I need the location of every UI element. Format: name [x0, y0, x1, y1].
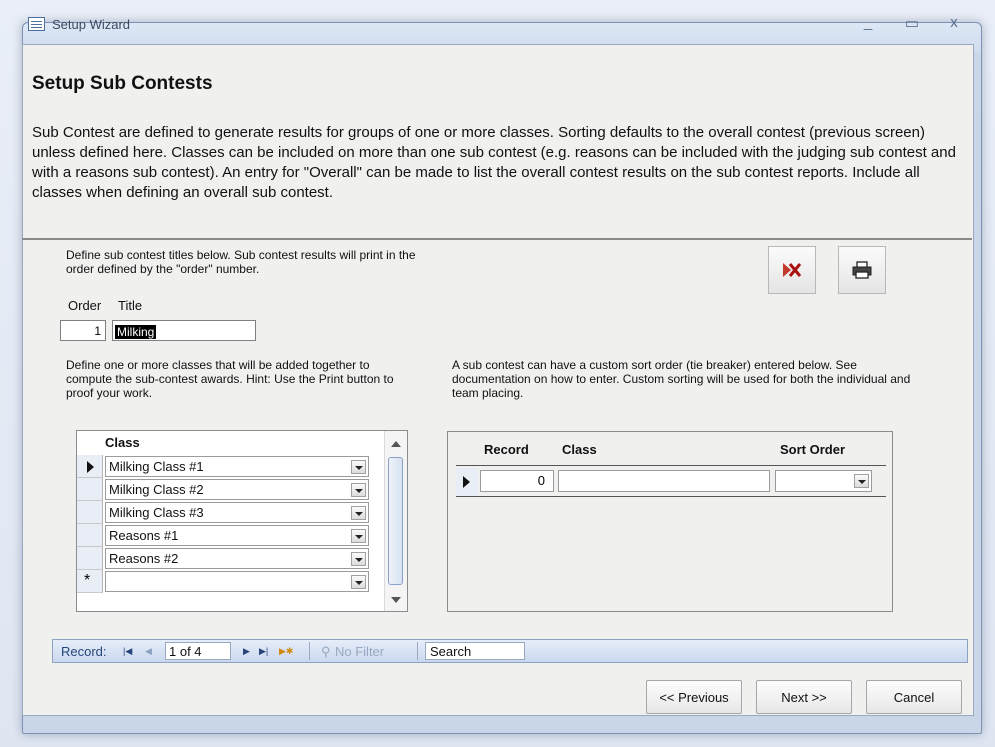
- print-icon: [852, 261, 872, 279]
- class-cell[interactable]: Milking Class #2: [105, 479, 369, 500]
- next-record-icon[interactable]: ▶: [243, 646, 250, 657]
- class-input[interactable]: [558, 470, 770, 492]
- chevron-down-icon[interactable]: [351, 575, 366, 589]
- class-value: Reasons #2: [109, 551, 179, 566]
- table-row[interactable]: Reasons #1: [77, 524, 369, 547]
- separator: [309, 642, 310, 660]
- search-input[interactable]: Search: [425, 642, 525, 660]
- chevron-down-icon[interactable]: [351, 460, 366, 474]
- record-column-header: Record: [484, 442, 529, 457]
- first-record-icon[interactable]: |◀: [123, 646, 132, 657]
- no-filter-label[interactable]: No Filter: [335, 644, 384, 659]
- intro-text: Sub Contest are defined to generate resu…: [32, 124, 956, 201]
- title-input[interactable]: Milking: [112, 320, 256, 341]
- class-value: Reasons #1: [109, 528, 179, 543]
- record-label: Record:: [61, 644, 107, 659]
- row-selector[interactable]: *: [77, 570, 103, 593]
- current-row-icon: [463, 476, 470, 488]
- vertical-scrollbar[interactable]: [384, 431, 407, 611]
- class-column-header: Class: [562, 442, 597, 457]
- class-cell[interactable]: [105, 571, 369, 592]
- class-cell[interactable]: Reasons #1: [105, 525, 369, 546]
- row-selector[interactable]: [77, 524, 103, 547]
- scroll-up-icon[interactable]: [391, 441, 401, 447]
- table-row[interactable]: Milking Class #2: [77, 478, 369, 501]
- current-record-input[interactable]: 1 of 4: [165, 642, 231, 660]
- chevron-down-icon[interactable]: [351, 552, 366, 566]
- next-button[interactable]: Next >>: [756, 680, 852, 714]
- current-row-icon: [87, 461, 94, 473]
- define-titles-text: Define sub contest titles below. Sub con…: [66, 248, 416, 276]
- chevron-down-icon[interactable]: [854, 474, 869, 488]
- define-classes-text: Define one or more classes that will be …: [66, 358, 394, 400]
- record-navigation-bar: Record: |◀ ◀ 1 of 4 ▶ ▶| ▶✱ ⚲ No Filter …: [52, 639, 968, 663]
- close-button[interactable]: x: [944, 14, 964, 31]
- table-row[interactable]: Milking Class #3: [77, 501, 369, 524]
- title-label: Title: [118, 298, 143, 313]
- filter-icon: ⚲: [321, 644, 331, 659]
- new-record-icon: *: [84, 572, 91, 589]
- window-title: Setup Wizard: [52, 17, 131, 32]
- print-button[interactable]: [838, 246, 886, 294]
- header-divider: [456, 465, 886, 466]
- chevron-down-icon[interactable]: [351, 529, 366, 543]
- row-selector[interactable]: [77, 455, 103, 478]
- order-input[interactable]: 1: [60, 320, 106, 341]
- class-value: Milking Class #1: [109, 459, 204, 474]
- previous-record-icon[interactable]: ◀: [145, 646, 152, 657]
- class-cell[interactable]: Milking Class #3: [105, 502, 369, 523]
- sort-order-subform: Record Class Sort Order 0: [447, 431, 893, 612]
- table-row[interactable]: Milking Class #1: [77, 455, 369, 478]
- new-record-icon[interactable]: ▶✱: [279, 646, 293, 657]
- previous-button[interactable]: << Previous: [646, 680, 742, 714]
- cancel-button[interactable]: Cancel: [866, 680, 962, 714]
- order-label: Order: [68, 298, 102, 313]
- row-selector[interactable]: [456, 468, 478, 497]
- sort-order-column-header: Sort Order: [780, 442, 846, 457]
- delete-record-button[interactable]: [768, 246, 816, 294]
- class-value: Milking Class #3: [109, 505, 204, 520]
- scroll-down-icon[interactable]: [391, 597, 401, 603]
- record-input[interactable]: 0: [480, 470, 554, 492]
- form-icon: [28, 17, 45, 31]
- chevron-down-icon[interactable]: [351, 483, 366, 497]
- title-value: Milking: [115, 325, 157, 339]
- row-selector[interactable]: [77, 501, 103, 524]
- custom-sort-text: A sub contest can have a custom sort ord…: [452, 358, 911, 400]
- delete-record-icon: [783, 263, 802, 277]
- divider: [22, 238, 972, 240]
- classes-subform: Class Milking Class #1 Milking Class #2 …: [76, 430, 408, 612]
- minimize-button[interactable]: _: [858, 14, 878, 31]
- page-title: Setup Sub Contests: [32, 73, 213, 94]
- last-record-icon[interactable]: ▶|: [259, 646, 268, 657]
- sort-order-select[interactable]: [775, 470, 872, 492]
- row-divider: [456, 496, 886, 497]
- class-cell[interactable]: Reasons #2: [105, 548, 369, 569]
- separator: [417, 642, 418, 660]
- scroll-thumb[interactable]: [388, 457, 403, 585]
- new-record-row[interactable]: *: [77, 570, 369, 593]
- class-column-header: Class: [105, 435, 140, 450]
- class-cell[interactable]: Milking Class #1: [105, 456, 369, 477]
- table-row[interactable]: Reasons #2: [77, 547, 369, 570]
- chevron-down-icon[interactable]: [351, 506, 366, 520]
- class-value: Milking Class #2: [109, 482, 204, 497]
- row-selector[interactable]: [77, 478, 103, 501]
- row-selector[interactable]: [77, 547, 103, 570]
- maximize-button[interactable]: ▭: [902, 14, 922, 32]
